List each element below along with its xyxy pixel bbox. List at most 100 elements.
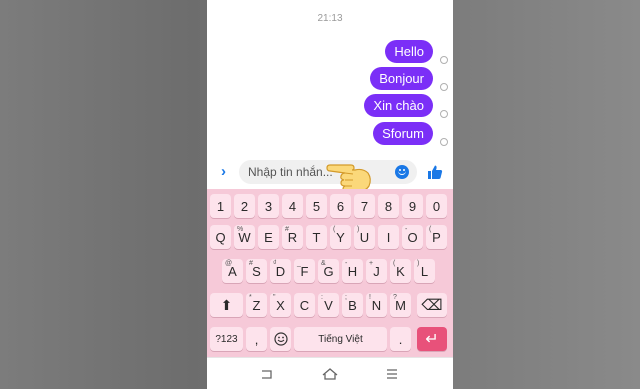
smiley-icon bbox=[273, 332, 288, 346]
key-y[interactable]: (Y bbox=[330, 225, 351, 249]
key-v[interactable]: :V bbox=[318, 293, 339, 317]
key-l-alt: ) bbox=[417, 260, 420, 267]
thumbs-up-icon[interactable] bbox=[427, 164, 443, 180]
key-m-alt: ? bbox=[393, 294, 397, 301]
key-s-alt: # bbox=[249, 260, 253, 267]
home-icon[interactable] bbox=[322, 367, 338, 381]
key-p[interactable]: (P bbox=[426, 225, 447, 249]
key-n-label: N bbox=[371, 298, 382, 313]
key-o[interactable]: -O bbox=[402, 225, 423, 249]
key-f-alt: _ bbox=[297, 260, 301, 267]
key-1[interactable]: 1 bbox=[210, 194, 231, 218]
key-l-label: L bbox=[420, 264, 429, 279]
enter-key[interactable]: ↵ bbox=[417, 327, 447, 351]
key-s[interactable]: # S bbox=[246, 259, 267, 283]
emoji-key[interactable] bbox=[270, 327, 291, 351]
key-4[interactable]: 4 bbox=[282, 194, 303, 218]
keyboard: 1 2 3 4 5 6 7 8 9 0 Q % W E # R T (Y ) U I … bbox=[207, 189, 453, 357]
message-bubble-3[interactable]: Xin chào bbox=[364, 94, 433, 117]
key-z-alt: * bbox=[249, 294, 252, 301]
key-p-label: P bbox=[432, 230, 441, 245]
key-b[interactable]: ; B bbox=[342, 293, 363, 317]
key-j[interactable]: + J bbox=[366, 259, 387, 283]
key-k-label: K bbox=[396, 264, 405, 279]
key-d[interactable]: ₫ D bbox=[270, 259, 291, 283]
key-x-alt: " bbox=[273, 294, 276, 301]
message-composer: › bbox=[207, 158, 453, 193]
message-status-icon-1 bbox=[440, 56, 448, 64]
key-8[interactable]: 8 bbox=[378, 194, 399, 218]
key-r[interactable]: # R bbox=[282, 225, 303, 249]
key-7[interactable]: 7 bbox=[354, 194, 375, 218]
symbols-key[interactable]: ?123 bbox=[210, 327, 243, 351]
key-c[interactable]: C bbox=[294, 293, 315, 317]
key-j-label: J bbox=[373, 264, 380, 279]
key-t-label: T bbox=[312, 230, 321, 245]
key-l[interactable]: ) L bbox=[414, 259, 435, 283]
message-bubble-4[interactable]: Sforum bbox=[373, 122, 433, 145]
space-key[interactable]: Tiếng Việt bbox=[294, 327, 387, 351]
message-status-icon-4 bbox=[440, 138, 448, 146]
key-3[interactable]: 3 bbox=[258, 194, 279, 218]
key-k[interactable]: (K bbox=[390, 259, 411, 283]
phone-screen: 21:13 Hello Bonjour Xin chào Sforum › 1 … bbox=[207, 0, 453, 389]
key-f[interactable]: _ F bbox=[294, 259, 315, 283]
key-u-alt: ) bbox=[357, 226, 360, 233]
key-u-label: U bbox=[359, 230, 370, 245]
recent-apps-icon[interactable] bbox=[260, 367, 274, 381]
key-w[interactable]: % W bbox=[234, 225, 255, 249]
key-o-alt: - bbox=[405, 226, 408, 233]
key-e[interactable]: E bbox=[258, 225, 279, 249]
key-n[interactable]: ! N bbox=[366, 293, 387, 317]
key-i-label: I bbox=[386, 230, 391, 245]
key-p-alt: ( bbox=[429, 226, 432, 233]
key-v-alt: : bbox=[321, 294, 323, 301]
android-nav-bar bbox=[207, 357, 453, 389]
key-m[interactable]: ? M bbox=[390, 293, 411, 317]
key-i[interactable]: I bbox=[378, 225, 399, 249]
backspace-key[interactable]: ⌫ bbox=[417, 293, 447, 317]
key-9[interactable]: 9 bbox=[402, 194, 423, 218]
key-0[interactable]: 0 bbox=[426, 194, 447, 218]
key-t[interactable]: T bbox=[306, 225, 327, 249]
key-n-alt: ! bbox=[369, 294, 371, 301]
key-r-alt: # bbox=[285, 226, 289, 233]
key-s-label: S bbox=[252, 264, 261, 279]
emoji-icon[interactable] bbox=[395, 165, 409, 179]
key-5[interactable]: 5 bbox=[306, 194, 327, 218]
key-y-label: Y bbox=[336, 230, 345, 245]
key-a-alt: @ bbox=[225, 260, 233, 267]
key-d-alt: ₫ bbox=[273, 260, 277, 267]
key-h-alt: - bbox=[345, 260, 348, 267]
key-2[interactable]: 2 bbox=[234, 194, 255, 218]
key-h[interactable]: -H bbox=[342, 259, 363, 283]
status-time: 21:13 bbox=[317, 13, 343, 24]
message-status-icon-3 bbox=[440, 110, 448, 118]
key-g[interactable]: & G bbox=[318, 259, 339, 283]
comma-key[interactable]: , bbox=[246, 327, 267, 351]
key-z[interactable]: * Z bbox=[246, 293, 267, 317]
key-v-label: V bbox=[324, 298, 333, 313]
menu-icon[interactable] bbox=[385, 367, 399, 381]
key-a[interactable]: @ A bbox=[222, 259, 243, 283]
key-f-label: F bbox=[300, 264, 309, 279]
key-y-alt: ( bbox=[333, 226, 336, 233]
key-o-label: O bbox=[407, 230, 418, 245]
key-h-label: H bbox=[347, 264, 358, 279]
period-key[interactable]: . bbox=[390, 327, 411, 351]
message-status-icon-2 bbox=[440, 83, 448, 91]
key-x-label: X bbox=[276, 298, 285, 313]
key-6[interactable]: 6 bbox=[330, 194, 351, 218]
message-bubble-1[interactable]: Hello bbox=[385, 40, 433, 63]
key-c-label: C bbox=[299, 298, 310, 313]
key-b-alt: ; bbox=[345, 294, 347, 301]
key-q[interactable]: Q bbox=[210, 225, 231, 249]
key-u[interactable]: ) U bbox=[354, 225, 375, 249]
chevron-right-icon[interactable]: › bbox=[221, 163, 226, 180]
message-bubble-2[interactable]: Bonjour bbox=[370, 67, 433, 90]
key-e-label: E bbox=[264, 230, 273, 245]
key-x[interactable]: " X bbox=[270, 293, 291, 317]
key-q-label: Q bbox=[215, 230, 226, 245]
key-r-label: R bbox=[287, 230, 298, 245]
shift-key[interactable]: ⬆ bbox=[210, 293, 243, 317]
